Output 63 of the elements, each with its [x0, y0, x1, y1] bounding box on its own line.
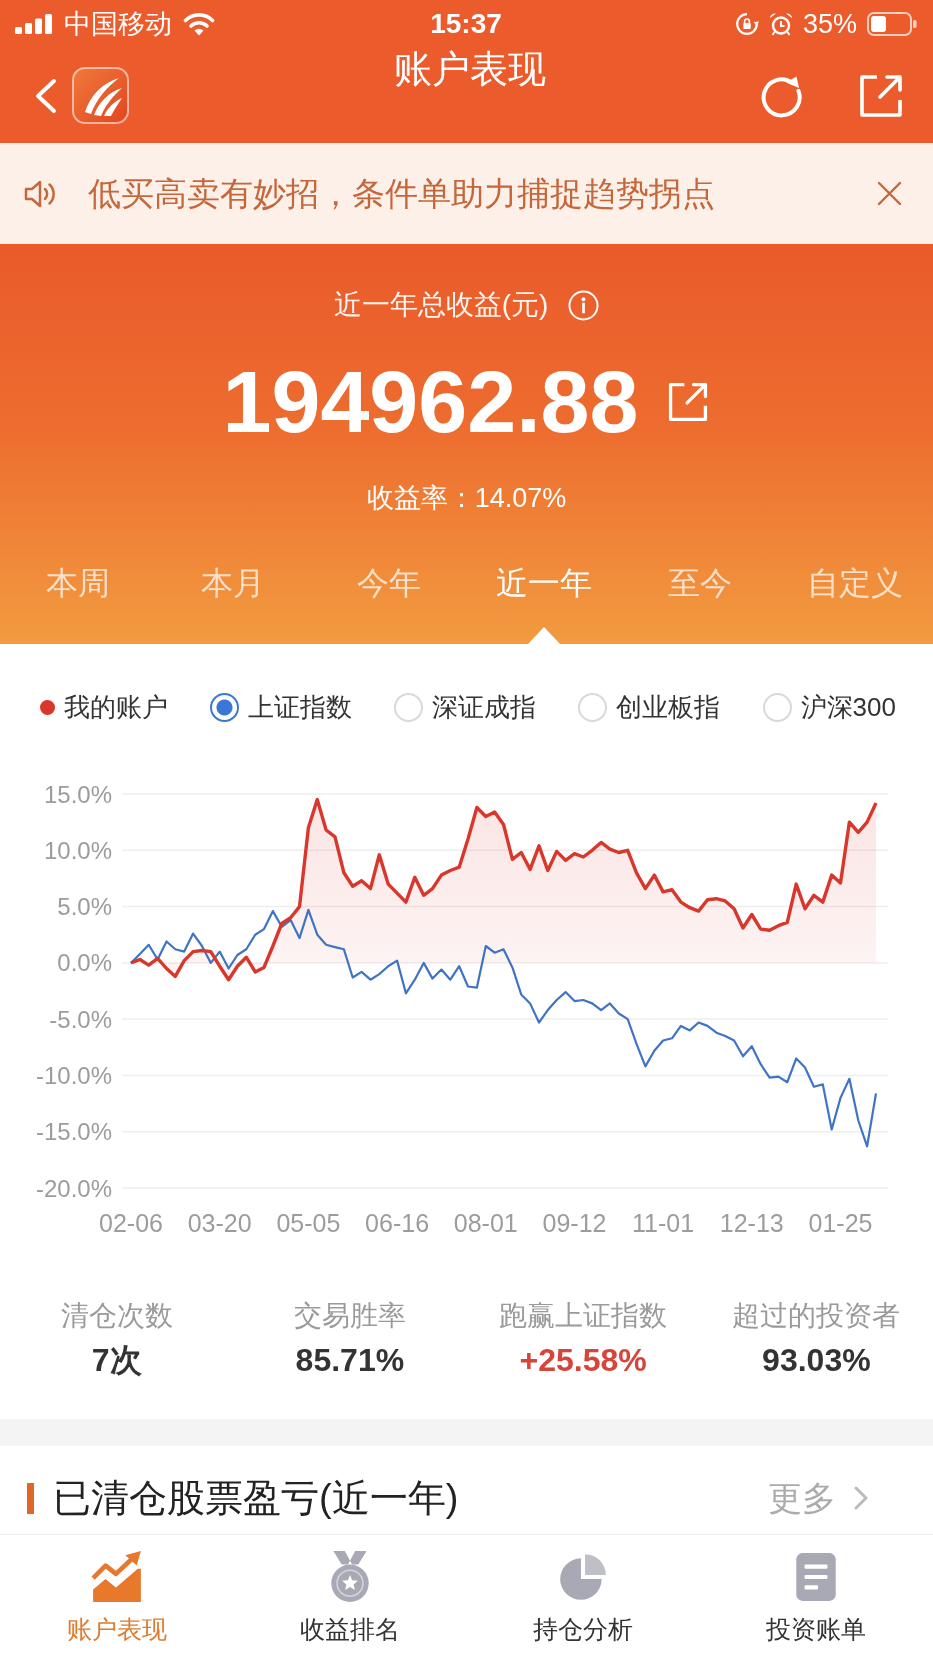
period-tab[interactable]: 今年: [311, 555, 467, 644]
trend-chart-icon: [89, 1550, 144, 1604]
clock-time: 15:37: [430, 8, 502, 39]
bottom-tab[interactable]: 投资账单: [699, 1535, 933, 1660]
y-axis-label: 0.0%: [57, 949, 112, 977]
return-rate: 收益率：14.07%: [366, 482, 567, 515]
alarm-clock-icon: [768, 12, 793, 36]
page-title: 账户表现: [393, 47, 546, 91]
total-return-label: 近一年总收益(元): [333, 288, 549, 322]
stat-label: 清仓次数: [60, 1299, 173, 1333]
section-title: 已清仓股票盈亏(近一年): [53, 1476, 460, 1521]
bottom-tab[interactable]: 收益排名: [233, 1535, 467, 1660]
legend-label: 我的账户: [64, 691, 168, 723]
total-return-amount: 194962.88: [222, 352, 639, 452]
period-tab[interactable]: 本周: [0, 555, 156, 644]
benchmark-radio[interactable]: 上证指数: [210, 691, 353, 723]
more-link[interactable]: 更多: [768, 1478, 836, 1518]
stat-label: 跑赢上证指数: [499, 1299, 668, 1333]
x-axis-label: 02-06: [99, 1209, 163, 1237]
stat-label: 交易胜率: [293, 1299, 406, 1333]
x-axis-label: 06-16: [365, 1209, 430, 1237]
close-icon[interactable]: [877, 181, 902, 206]
x-axis-label: 08-01: [453, 1209, 518, 1237]
y-axis-label: 5.0%: [57, 893, 112, 921]
stat-value: 85.71%: [295, 1341, 405, 1380]
y-axis-label: 15.0%: [43, 780, 112, 808]
signal-icon: [15, 14, 53, 34]
notice-text: 低买高卖有妙招，条件单助力捕捉趋势拐点: [88, 173, 716, 214]
y-axis-label: 10.0%: [43, 836, 112, 864]
wifi-icon: [183, 12, 215, 36]
x-axis-label: 12-13: [719, 1209, 784, 1237]
period-tab[interactable]: 本月: [155, 555, 311, 644]
period-tab[interactable]: 近一年: [466, 555, 622, 644]
app-logo-icon: [72, 67, 129, 124]
y-axis-label: -15.0%: [35, 1118, 112, 1146]
benchmark-radio[interactable]: 深证成指: [394, 691, 537, 723]
carrier-name: 中国移动: [64, 8, 172, 40]
period-tab[interactable]: 至今: [622, 555, 778, 644]
x-axis-label: 01-25: [808, 1209, 873, 1237]
rotation-lock-icon: [734, 12, 759, 36]
benchmark-radio[interactable]: 沪深300: [762, 691, 896, 723]
benchmark-radio[interactable]: 创业板指: [578, 691, 721, 723]
battery-percent: 35%: [802, 8, 857, 40]
y-axis-label: -5.0%: [49, 1005, 112, 1033]
stat-value: 7次: [91, 1341, 142, 1380]
y-axis-label: -10.0%: [35, 1061, 112, 1089]
y-axis-label: -20.0%: [35, 1174, 112, 1202]
x-axis-label: 09-12: [542, 1209, 607, 1237]
info-icon[interactable]: [568, 289, 600, 321]
bottom-tab[interactable]: 持仓分析: [466, 1535, 700, 1660]
tab-pointer-icon: [528, 627, 561, 644]
bottom-tab[interactable]: 账户表现: [0, 1535, 234, 1660]
x-axis-label: 05-05: [276, 1209, 341, 1237]
x-axis-label: 11-01: [632, 1209, 695, 1237]
battery-icon: [867, 12, 917, 36]
back-icon[interactable]: [34, 77, 58, 114]
x-axis-label: 03-20: [187, 1209, 252, 1237]
stat-value: +25.58%: [519, 1341, 647, 1380]
stat-label: 超过的投资者: [732, 1299, 901, 1333]
chevron-right-icon[interactable]: [854, 1486, 868, 1510]
period-tab[interactable]: 自定义: [777, 555, 933, 644]
stat-value: 93.03%: [762, 1341, 871, 1380]
section-marker-icon: [27, 1482, 34, 1514]
